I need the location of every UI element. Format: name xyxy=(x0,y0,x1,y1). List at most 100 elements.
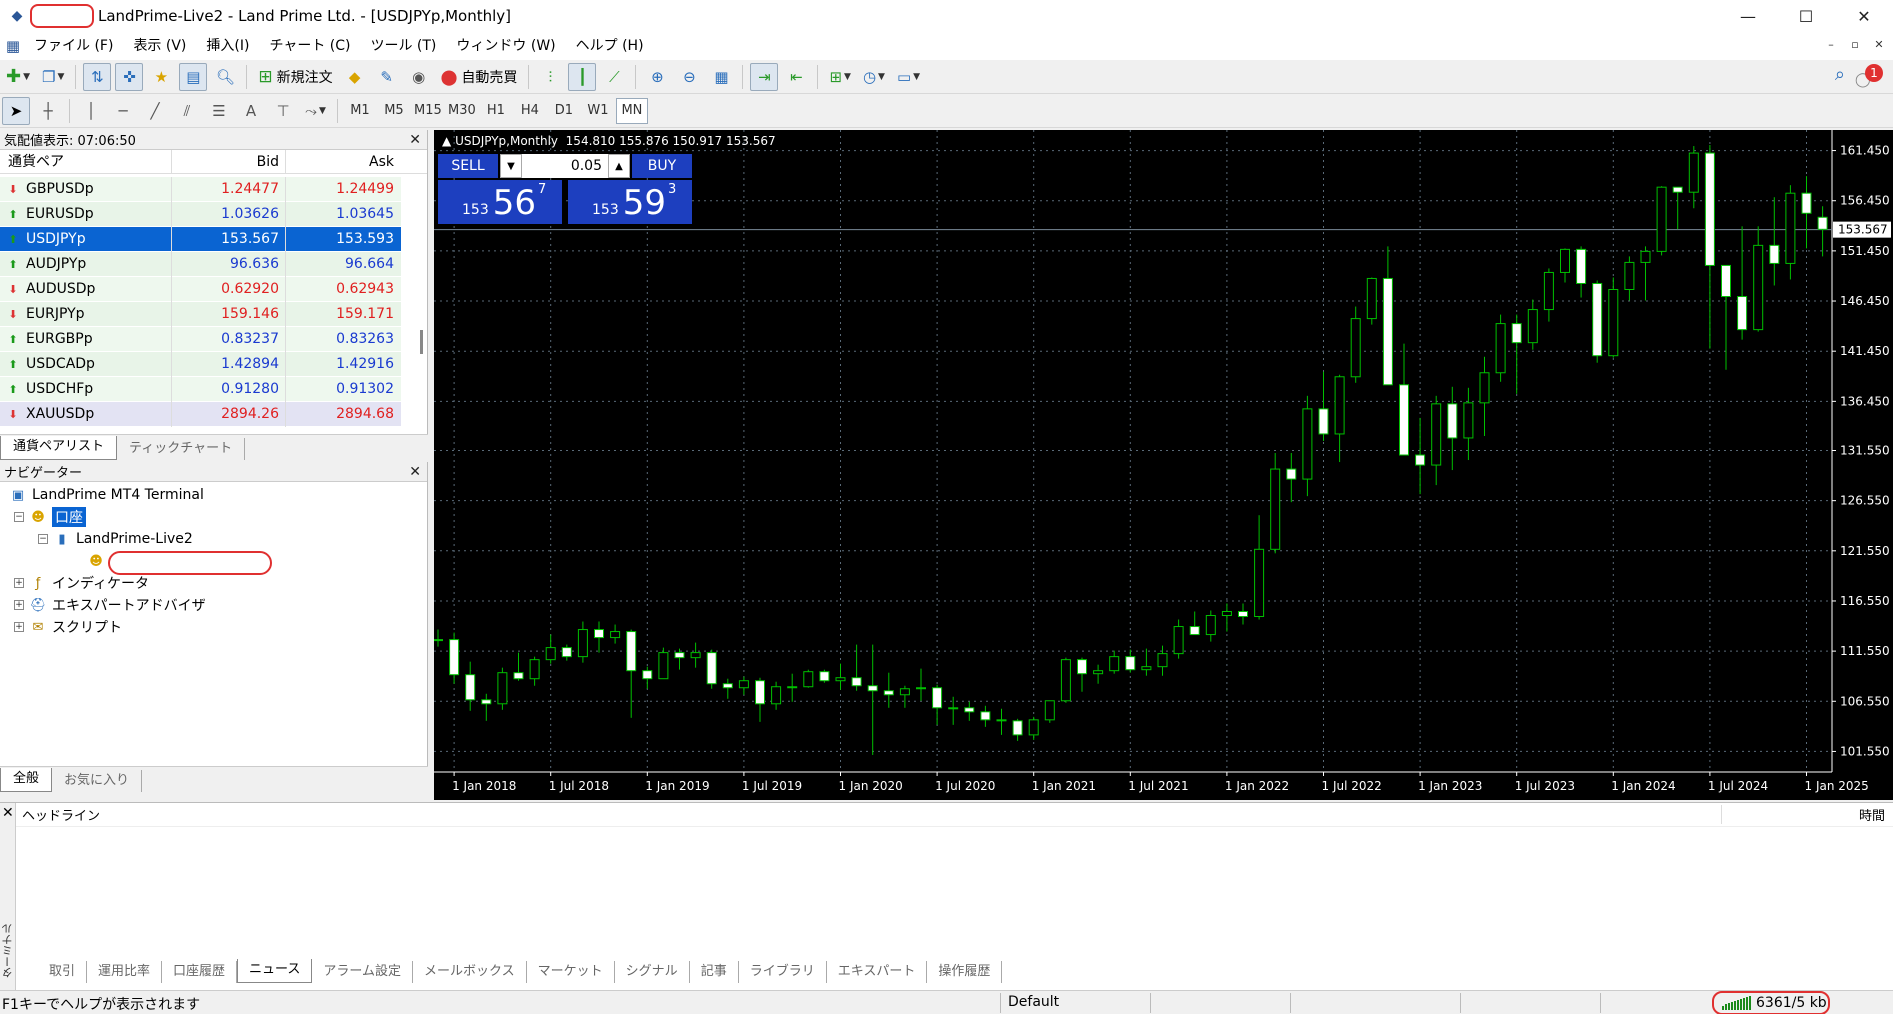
lot-size-input[interactable]: ▼ 0.05 ▲ xyxy=(500,154,630,178)
sell-price-box[interactable]: 153 56 7 xyxy=(438,180,562,224)
indicators-button[interactable]: ⊞ ▼ xyxy=(825,63,855,91)
terminal-tab[interactable]: シグナル xyxy=(615,961,690,983)
close-button[interactable]: ✕ xyxy=(1835,0,1893,32)
market-watch-row[interactable]: ⬇ XAUUSDp 2894.26 2894.68 xyxy=(0,401,401,427)
terminal-tab[interactable]: 運用比率 xyxy=(87,961,163,983)
menu-view[interactable]: 表示 (V) xyxy=(123,32,196,60)
column-header-ask[interactable]: Ask xyxy=(286,150,400,174)
templates-button[interactable]: ▭ ▼ xyxy=(893,63,924,91)
lot-size-value[interactable]: 0.05 xyxy=(522,158,608,174)
nav-accounts[interactable]: − ☻ 口座 xyxy=(14,507,86,527)
tile-windows-button[interactable]: ▦ xyxy=(707,63,735,91)
connection-status[interactable]: 6361/5 kb xyxy=(1712,991,1830,1014)
candlestick-button[interactable]: ┃ xyxy=(568,62,597,91)
close-icon[interactable]: ✕ xyxy=(409,464,421,480)
timeframe-m30[interactable]: M30 xyxy=(446,98,478,124)
scrollbar-thumb[interactable] xyxy=(420,330,423,354)
timeframe-h4[interactable]: H4 xyxy=(514,98,546,124)
terminal-tab[interactable]: 取引 xyxy=(38,961,88,983)
tab-symbols[interactable]: 通貨ペアリスト xyxy=(0,436,118,460)
status-profile[interactable]: Default xyxy=(1008,994,1059,1010)
chart-window-icon[interactable]: ▦ xyxy=(2,35,24,57)
terminal-tab[interactable]: 記事 xyxy=(690,961,739,983)
notifications-button[interactable]: ◯ 1 xyxy=(1855,64,1883,90)
profiles-button[interactable]: ❐ ▼ xyxy=(38,63,68,91)
expand-icon[interactable]: + xyxy=(14,600,24,610)
minimize-button[interactable]: — xyxy=(1719,0,1777,32)
chart-shift-button[interactable]: ⇤ xyxy=(782,63,810,91)
cursor-tool[interactable]: ➤ xyxy=(2,96,30,125)
close-icon[interactable]: ✕ xyxy=(2,805,14,821)
buy-price-box[interactable]: 153 59 3 xyxy=(568,180,692,224)
terminal-tab[interactable]: アラーム設定 xyxy=(312,961,414,983)
menu-file[interactable]: ファイル (F) xyxy=(24,32,123,60)
periods-button[interactable]: ◷ ▼ xyxy=(859,63,889,91)
vertical-line-tool[interactable]: │ xyxy=(77,97,105,125)
expand-icon[interactable]: + xyxy=(14,578,24,588)
tab-general[interactable]: 全般 xyxy=(0,768,53,792)
market-watch-row[interactable]: ⬇ GBPUSDp 1.24477 1.24499 xyxy=(0,176,401,202)
mdi-minimize-button[interactable]: – xyxy=(1821,36,1841,56)
auto-trading-button[interactable]: ⬤ 自動売買 xyxy=(437,63,522,91)
nav-server[interactable]: − ▮ LandPrime-Live2 xyxy=(38,529,193,549)
market-watch-toggle[interactable]: ⇅ xyxy=(83,62,112,91)
label-tool[interactable]: ⊤ xyxy=(269,97,297,125)
lot-decrease-icon[interactable]: ▼ xyxy=(500,154,522,178)
nav-account-entry[interactable]: ☻ xyxy=(86,551,110,571)
menu-chart[interactable]: チャート (C) xyxy=(259,32,360,60)
bar-chart-button[interactable]: ⫶ xyxy=(536,63,564,91)
lot-increase-icon[interactable]: ▲ xyxy=(608,154,630,178)
terminal-toggle[interactable]: ▤ xyxy=(179,62,208,91)
channel-tool[interactable]: ⫽ xyxy=(173,97,201,125)
market-watch-row[interactable]: ⬆ EURUSDp 1.03626 1.03645 xyxy=(0,201,401,227)
close-icon[interactable]: ✕ xyxy=(409,132,421,148)
maximize-button[interactable]: ☐ xyxy=(1777,0,1835,32)
timeframe-mn[interactable]: MN xyxy=(615,97,648,124)
market-watch-row[interactable]: ⬆ USDCADp 1.42894 1.42916 xyxy=(0,351,401,377)
timeframe-m5[interactable]: M5 xyxy=(378,98,410,124)
market-watch-row[interactable]: ⬆ AUDJPYp 96.636 96.664 xyxy=(0,251,401,277)
data-window-toggle[interactable]: ✜ xyxy=(115,62,144,91)
app-icon[interactable]: ◆ xyxy=(6,5,28,27)
market-watch-row[interactable]: ⬆ EURGBPp 0.83237 0.83263 xyxy=(0,326,401,352)
column-header-bid[interactable]: Bid xyxy=(172,149,286,174)
menu-window[interactable]: ウィンドウ (W) xyxy=(446,32,565,60)
menu-help[interactable]: ヘルプ (H) xyxy=(566,32,654,60)
strategy-tester-toggle[interactable]: 🔍︎ xyxy=(211,63,239,91)
buy-button[interactable]: BUY xyxy=(632,154,692,178)
price-chart[interactable]: 161.450 156.450 151.450 146.450 141.450 136.4… xyxy=(434,130,1893,800)
terminal-tab[interactable]: マーケット xyxy=(527,961,615,983)
terminal-tab[interactable]: ニュース xyxy=(237,959,313,983)
search-icon[interactable]: ⌕ xyxy=(1835,64,1845,85)
collapse-icon[interactable]: − xyxy=(38,534,48,544)
market-watch-row[interactable]: ⬇ EURJPYp 159.146 159.171 xyxy=(0,301,401,327)
nav-root[interactable]: ▣ LandPrime MT4 Terminal xyxy=(8,485,204,505)
tab-tick-chart[interactable]: ティックチャート xyxy=(117,438,246,460)
signals-button[interactable]: ◉ xyxy=(405,63,433,91)
menu-tools[interactable]: ツール (T) xyxy=(360,32,446,60)
candlestick-chart-svg[interactable]: 161.450 156.450 151.450 146.450 141.450 136.4… xyxy=(434,130,1893,800)
chart-collapse-icon[interactable]: ▲ xyxy=(442,134,451,148)
column-header-headline[interactable]: ヘッドライン xyxy=(16,805,1721,824)
terminal-tab[interactable]: 操作履歴 xyxy=(927,961,1003,983)
column-header-time[interactable]: 時間 xyxy=(1721,805,1893,824)
zoom-in-button[interactable]: ⊕ xyxy=(643,63,671,91)
new-order-button[interactable]: ⊞ 新規注文 xyxy=(254,63,336,91)
navigator-toggle[interactable]: ★ xyxy=(147,63,175,91)
line-chart-button[interactable]: ⟋ xyxy=(600,63,628,91)
menu-insert[interactable]: 挿入(I) xyxy=(196,32,259,60)
timeframe-h1[interactable]: H1 xyxy=(480,98,512,124)
collapse-icon[interactable]: − xyxy=(14,512,24,522)
nav-experts[interactable]: + ⛑ エキスパートアドバイザ xyxy=(14,595,206,615)
nav-indicators[interactable]: + ƒ インディケータ xyxy=(14,573,149,593)
mdi-restore-button[interactable]: ▫ xyxy=(1845,36,1865,56)
text-tool[interactable]: A xyxy=(237,97,265,125)
terminal-tab[interactable]: メールボックス xyxy=(413,961,527,983)
market-watch-row[interactable]: ⬆ USDJPYp 153.567 153.593 xyxy=(0,226,401,252)
editor-button[interactable]: ✎ xyxy=(373,63,401,91)
column-header-symbol[interactable]: 通貨ペア xyxy=(0,149,172,174)
timeframe-m1[interactable]: M1 xyxy=(344,98,376,124)
mdi-close-button[interactable]: ✕ xyxy=(1869,36,1889,56)
zoom-out-button[interactable]: ⊖ xyxy=(675,63,703,91)
horizontal-line-tool[interactable]: ─ xyxy=(109,97,137,125)
